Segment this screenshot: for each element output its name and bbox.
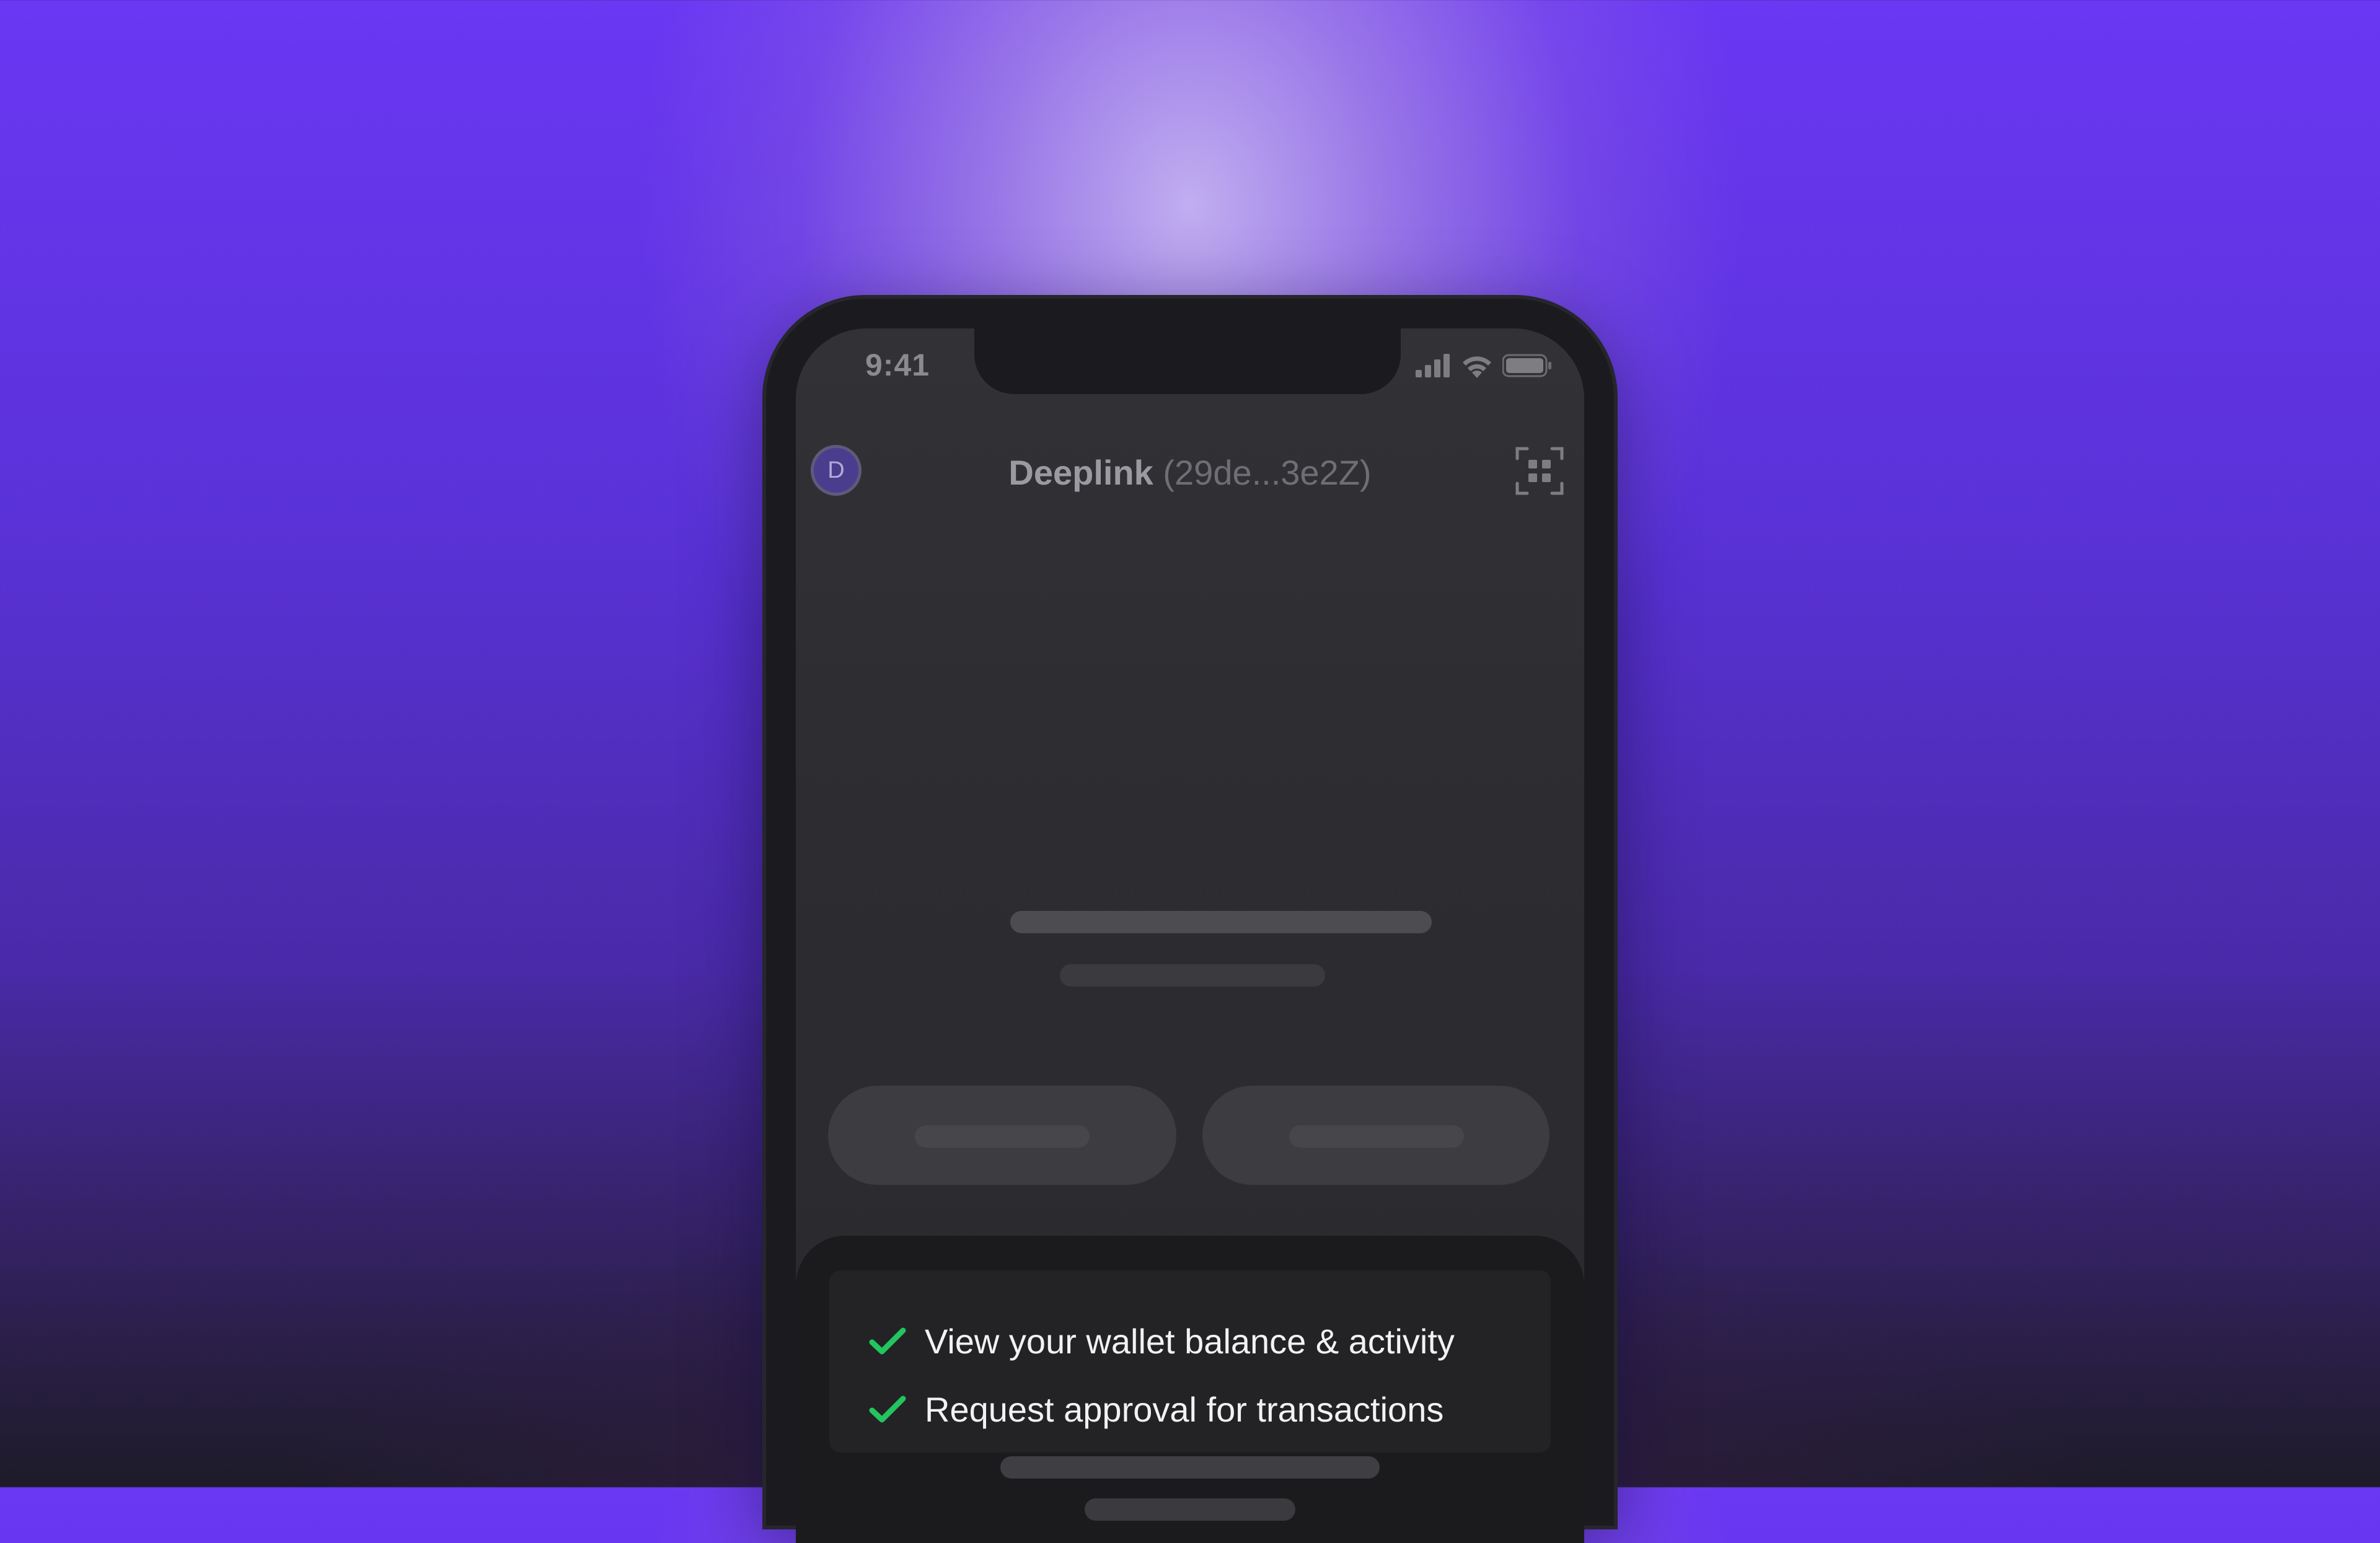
action-button-label-placeholder — [1289, 1125, 1464, 1148]
qr-scan-icon[interactable] — [1515, 446, 1564, 496]
wallet-address: (29de...3e2Z) — [1163, 453, 1372, 492]
notch — [974, 328, 1401, 394]
action-button-label-placeholder — [915, 1125, 1090, 1148]
permission-label: Request approval for transactions — [925, 1389, 1444, 1429]
check-icon — [869, 1327, 906, 1355]
balance-sub-placeholder — [1060, 964, 1325, 987]
permission-item: View your wallet balance & activity — [869, 1321, 1455, 1361]
permissions-card: View your wallet balance & activity Requ… — [829, 1270, 1551, 1453]
action-button-left[interactable] — [828, 1086, 1176, 1185]
status-time: 9:41 — [865, 348, 930, 382]
check-icon — [869, 1396, 906, 1423]
app-url-placeholder — [1085, 1498, 1295, 1521]
wallet-title: Deeplink (29de...3e2Z) — [796, 452, 1584, 493]
signal-icon — [1416, 354, 1450, 377]
action-button-right[interactable] — [1202, 1086, 1549, 1185]
app-name-placeholder — [1000, 1456, 1380, 1479]
battery-icon — [1502, 354, 1551, 377]
permission-item: Request approval for transactions — [869, 1389, 1444, 1429]
permission-label: View your wallet balance & activity — [925, 1321, 1455, 1361]
balance-placeholder — [1010, 911, 1432, 933]
wifi-icon — [1463, 356, 1491, 378]
wallet-name: Deeplink — [1008, 453, 1153, 492]
status-icons — [1416, 353, 1552, 378]
